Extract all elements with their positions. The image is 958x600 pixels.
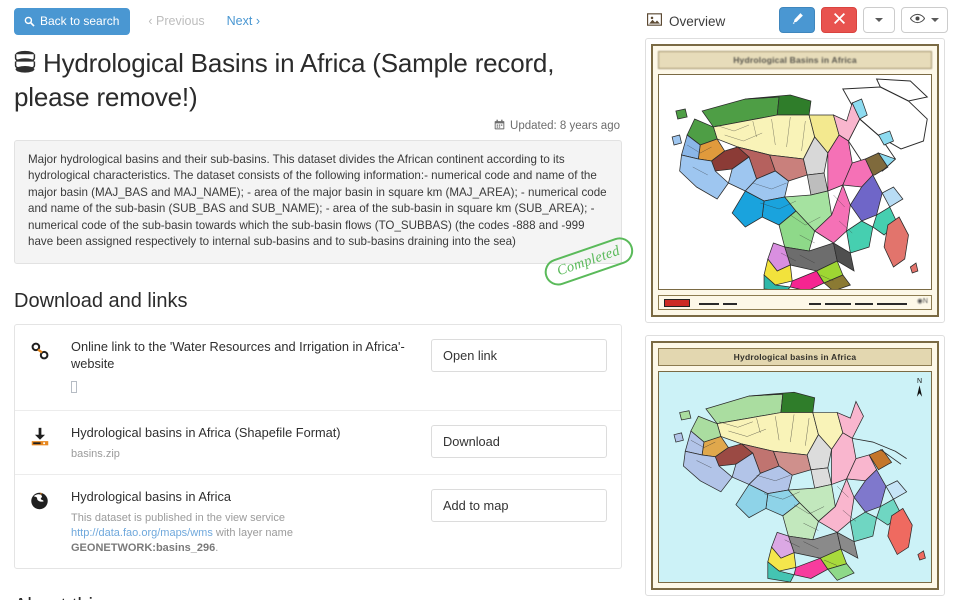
service-note-suffix: .: [215, 542, 219, 555]
resource-name: Hydrological basins in Africa: [71, 489, 232, 505]
back-to-search-label: Back to search: [40, 14, 120, 28]
view-options-button[interactable]: [901, 7, 948, 33]
globe-icon: [29, 488, 71, 511]
back-to-search-button[interactable]: Back to search: [14, 8, 131, 35]
chevron-down-icon: [931, 18, 939, 22]
list-item-body: Hydrological basins in Africa (Shapefile…: [71, 424, 431, 462]
record-page: Back to search ‹ Previous Next › Hydrolo…: [0, 0, 958, 600]
record-main-column: Back to search ‹ Previous Next › Hydrolo…: [0, 0, 636, 600]
edit-record-button[interactable]: [779, 7, 815, 33]
add-to-map-button[interactable]: Add to map: [431, 489, 607, 523]
map-mat: Hydrological basins in Africa N: [651, 341, 939, 590]
next-record-link[interactable]: Next ›: [223, 8, 264, 34]
more-actions-button[interactable]: [863, 7, 895, 33]
record-abstract-text: Major hydrological basins and their sub-…: [28, 153, 607, 249]
wms-layer-name: GEONETWORK:basins_296: [71, 542, 216, 555]
map-mat: Hydrological Basins in Africa ◉N: [651, 44, 939, 317]
search-icon: [24, 16, 35, 27]
close-x-icon: [833, 13, 845, 27]
legend-dash: [809, 303, 821, 305]
record-updated-line: Updated: 8 years ago: [14, 113, 622, 138]
delete-record-button[interactable]: [821, 7, 857, 33]
chevron-down-icon: [875, 18, 883, 22]
open-link-button[interactable]: Open link: [431, 339, 607, 373]
downloads-section-heading: Download and links: [14, 290, 188, 313]
download-tray-icon: [29, 424, 71, 448]
list-item-action: Download: [431, 424, 607, 459]
service-note-middle: with layer name: [212, 527, 293, 540]
legend-swatch: [664, 299, 690, 307]
compass-icon: ◉N: [916, 298, 928, 305]
page-title: Hydrological Basins in Africa (Sample re…: [14, 47, 622, 113]
resource-name: Hydrological basins in Africa (Shapefile…: [71, 425, 341, 441]
downloads-list: Online link to the 'Water Resources and …: [14, 324, 622, 570]
list-item: Hydrological basins in Africa (Shapefile…: [15, 410, 621, 474]
map-title: Hydrological Basins in Africa: [658, 51, 932, 69]
list-item: Hydrological basins in Africa This datas…: [15, 474, 621, 568]
page-title-text: Hydrological Basins in Africa (Sample re…: [14, 48, 555, 112]
overview-label: Overview: [669, 13, 726, 29]
download-button[interactable]: Download: [431, 425, 607, 459]
record-actions-toolbar: [779, 7, 948, 33]
record-abstract: Major hydrological basins and their sub-…: [14, 140, 636, 290]
eye-icon: [909, 13, 926, 27]
list-item: Online link to the 'Water Resources and …: [15, 325, 621, 410]
pencil-icon: [791, 12, 804, 28]
legend-dash: [723, 303, 737, 305]
record-updated-label: Updated: 8 years ago: [510, 120, 620, 132]
legend-dash: [699, 303, 719, 305]
map-image: N: [658, 371, 932, 583]
resource-name: Online link to the 'Water Resources and …: [71, 339, 405, 372]
overview-column: Overview Hydrological Basins in Africa ◉…: [636, 0, 958, 600]
service-note-prefix: This dataset is published in the view se…: [71, 512, 285, 525]
database-stack-icon: [14, 49, 36, 81]
resource-subtext: [71, 378, 417, 398]
list-item-action: Open link: [431, 338, 607, 373]
status-badge: Completed: [541, 233, 636, 290]
resource-service-note: This dataset is published in the view se…: [71, 511, 417, 556]
overview-thumbnail-2[interactable]: Hydrological basins in Africa N: [645, 335, 945, 596]
chain-link-icon: [29, 338, 71, 362]
list-item-body: Hydrological basins in Africa This datas…: [71, 488, 431, 556]
legend-dash: [855, 303, 873, 305]
legend-dash: [877, 303, 907, 305]
record-navigation-bar: Back to search ‹ Previous Next ›: [14, 8, 622, 38]
north-arrow-icon: N: [916, 378, 923, 400]
legend-dash: [825, 303, 851, 305]
resource-filename: basins.zip: [71, 448, 120, 461]
picture-icon: [646, 13, 663, 29]
about-section-heading: About this resource: [14, 595, 622, 600]
missing-glyph-icon: [71, 381, 77, 394]
map-title: Hydrological basins in Africa: [658, 348, 932, 366]
list-item-action: Add to map: [431, 488, 607, 523]
list-item-body: Online link to the 'Water Resources and …: [71, 338, 431, 398]
wms-service-link[interactable]: http://data.fao.org/maps/wms: [71, 527, 213, 539]
previous-record-link[interactable]: ‹ Previous: [144, 8, 208, 34]
calendar-icon: [494, 119, 505, 133]
map-legend: ◉N: [658, 295, 932, 310]
overview-thumbnail-1[interactable]: Hydrological Basins in Africa ◉N: [645, 38, 945, 323]
map-image: [658, 74, 932, 290]
